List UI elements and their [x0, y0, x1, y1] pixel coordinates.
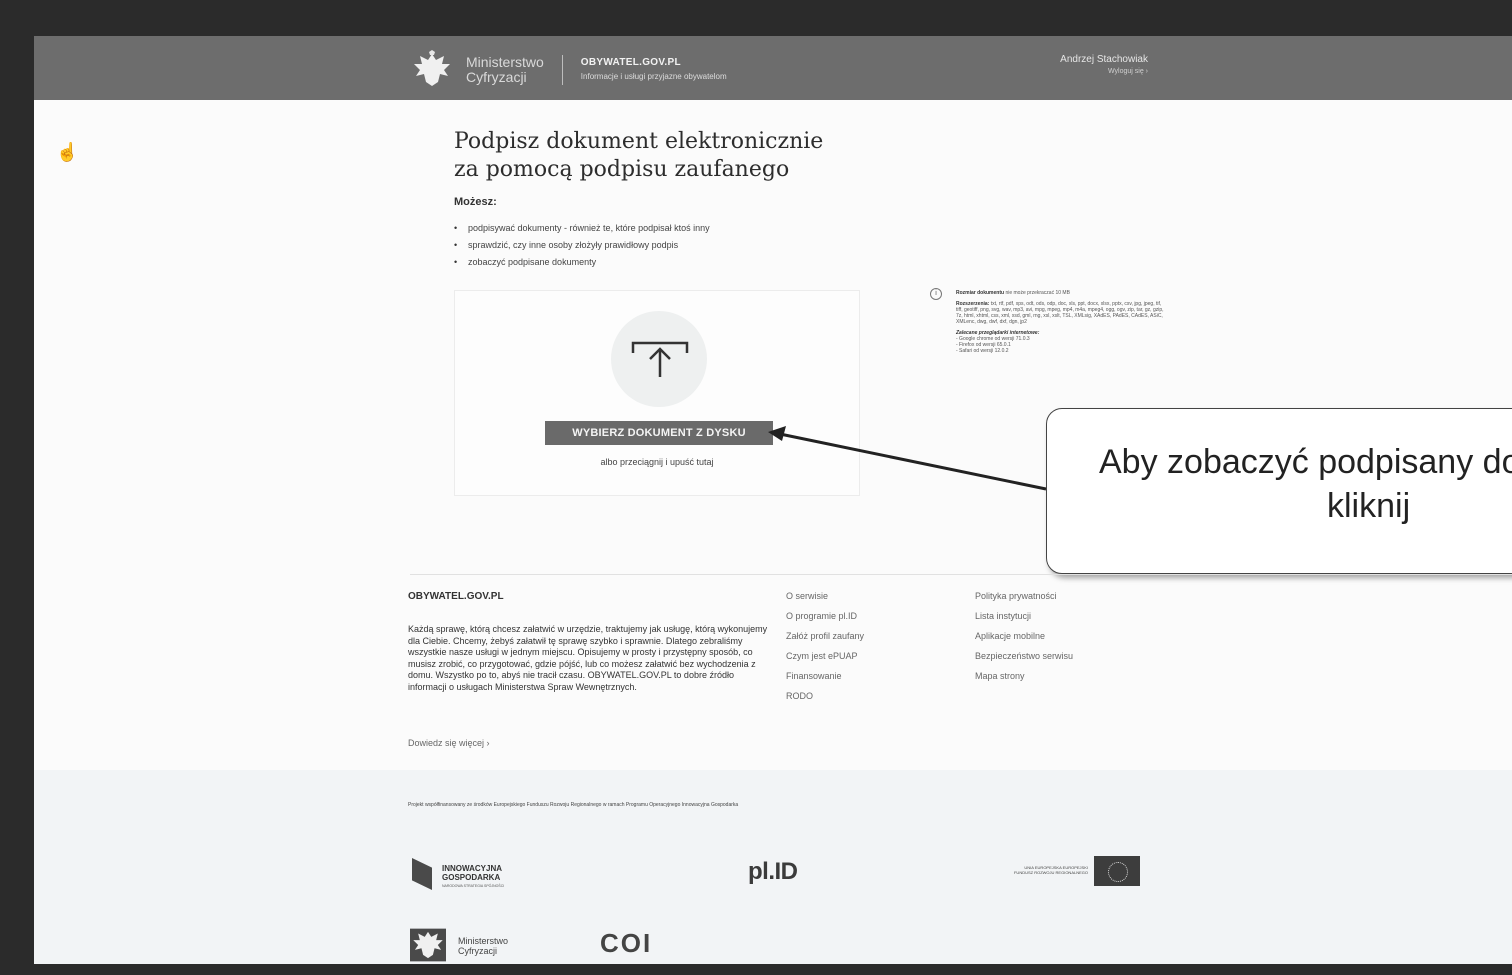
can-label: Możesz:	[454, 196, 497, 208]
eu-stars-icon	[1108, 862, 1128, 882]
eagle-emblem-icon	[414, 50, 450, 86]
choose-document-button[interactable]: WYBIERZ DOKUMENT Z DYSKU	[545, 421, 773, 445]
ministry-name: Ministerstwo Cyfryzacji	[466, 55, 544, 85]
footer-link[interactable]: O programie pl.ID	[786, 610, 864, 630]
footer-link[interactable]: Bezpieczeństwo serwisu	[975, 650, 1073, 670]
upload-icon	[631, 341, 689, 377]
page-title-line1: Podpisz dokument elektronicznie	[454, 129, 824, 154]
footer-link[interactable]: Polityka prywatności	[975, 590, 1073, 610]
annotation-callout: Aby zobaczyć podpisany do kliknij	[1046, 408, 1512, 574]
funding-section: Projekt współfinansowany ze środków Euro…	[34, 770, 1512, 964]
top-bar: Ministerstwo Cyfryzacji OBYWATEL.GOV.PL …	[34, 36, 1512, 100]
ig-line2: GOSPODARKA	[442, 873, 501, 882]
features-list: podpisywać dokumenty - również te, które…	[454, 220, 710, 271]
browser-item: - Safari od wersji 12.0.2	[956, 348, 1009, 354]
file-dropzone[interactable]: WYBIERZ DOKUMENT Z DYSKU albo przeciągni…	[454, 290, 860, 496]
hand-cursor-icon: ☝	[56, 142, 79, 162]
list-item: sprawdzić, czy inne osoby złożyły prawid…	[454, 237, 710, 254]
page-title-line2: za pomocą podpisu zaufanego	[454, 157, 790, 182]
coi-logo: COI	[600, 928, 653, 958]
user-menu: Andrzej Stachowiak Wyloguj się ›	[1060, 54, 1148, 78]
footer-link[interactable]: Czym jest ePUAP	[786, 650, 864, 670]
footer-link[interactable]: Lista instytucji	[975, 610, 1073, 630]
list-item: zobaczyć podpisane dokumenty	[454, 254, 710, 271]
plid-logo: pl.ID	[748, 858, 798, 885]
info-icon: i	[930, 288, 942, 300]
logout-link[interactable]: Wyloguj się ›	[1060, 66, 1148, 78]
bottom-ministry-line2: Cyfryzacji	[458, 946, 498, 956]
drag-drop-hint: albo przeciągnij i upuść tutaj	[600, 457, 714, 467]
ig-line1: INNOWACYJNA	[442, 864, 503, 873]
footer-links-col1: O serwisie O programie pl.ID Załóż profi…	[786, 590, 864, 710]
bottom-ministry-line1: Ministerstwo	[458, 936, 509, 946]
ministry-line1: Ministerstwo	[466, 54, 544, 70]
bottom-ministry-name: Ministerstwo Cyfryzacji	[458, 936, 508, 956]
footer-link[interactable]: Aplikacje mobilne	[975, 630, 1073, 650]
funding-text: Projekt współfinansowany ze środków Euro…	[408, 802, 739, 808]
site-brand: OBYWATEL.GOV.PL Informacje i usługi przy…	[581, 56, 727, 84]
footer-links-col2: Polityka prywatności Lista instytucji Ap…	[975, 590, 1073, 690]
size-label: Rozmiar dokumentu	[956, 290, 1005, 296]
size-text: nie może przekraczać 10 MB	[1005, 290, 1070, 296]
footer-title: OBYWATEL.GOV.PL	[408, 591, 504, 602]
footer-link[interactable]: O serwisie	[786, 590, 864, 610]
ig-subtitle: NARODOWA STRATEGIA SPÓJNOŚCI	[442, 884, 505, 888]
screen-frame: Ministerstwo Cyfryzacji OBYWATEL.GOV.PL …	[34, 36, 1512, 964]
page-title: Podpisz dokument elektronicznie za pomoc…	[454, 128, 823, 184]
footer-link[interactable]: Mapa strony	[975, 670, 1073, 690]
eagle-emblem-icon	[410, 928, 446, 962]
site-tagline: Informacje i usługi przyjazne obywatelom	[580, 72, 727, 81]
info-body: Rozmiar dokumentu nie może przekraczać 1…	[956, 290, 1166, 354]
footer-link[interactable]: RODO	[786, 690, 864, 710]
footer-link[interactable]: Finansowanie	[786, 670, 864, 690]
callout-line1: Aby zobaczyć podpisany do	[1099, 443, 1512, 481]
user-name: Andrzej Stachowiak	[1060, 54, 1148, 65]
footer-link[interactable]: Załóż profil zaufany	[786, 630, 864, 650]
innovative-economy-name: INNOWACYJNA GOSPODARKA	[442, 864, 502, 882]
footer-description: Każdą sprawę, którą chcesz załatwić w ur…	[408, 624, 768, 692]
ministry-line2: Cyfryzacji	[466, 69, 527, 85]
learn-more-link[interactable]: Dowiedz się więcej ›	[408, 738, 490, 748]
innovative-economy-logo-icon	[412, 858, 432, 890]
callout-line2: kliknij	[1327, 487, 1411, 525]
list-item: podpisywać dokumenty - również te, które…	[454, 220, 710, 237]
brand-separator	[561, 55, 563, 85]
brand[interactable]: Ministerstwo Cyfryzacji OBYWATEL.GOV.PL …	[410, 50, 727, 90]
site-name: OBYWATEL.GOV.PL	[580, 57, 681, 68]
eu-text: UNIA EUROPEJSKA EUROPEJSKI FUNDUSZ ROZWO…	[1013, 865, 1088, 875]
footer-divider	[410, 574, 1512, 575]
